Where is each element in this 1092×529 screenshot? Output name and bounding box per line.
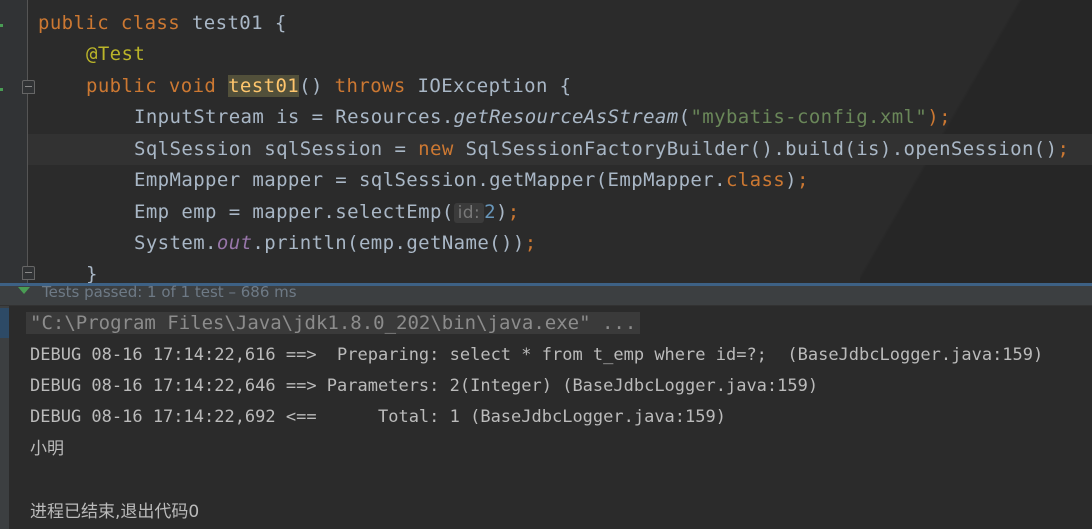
parameter-hint: id:: [453, 203, 485, 223]
code-text: ;: [507, 201, 520, 223]
console-command-line: "C:\Program Files\Java\jdk1.8.0_202\bin\…: [26, 308, 641, 338]
code-text: SqlSession sqlSession =: [134, 138, 419, 160]
code-text: (: [678, 106, 691, 128]
code-text: ;: [797, 169, 809, 191]
string-literal: "mybatis-config.xml": [690, 106, 928, 128]
code-text: .println(emp.getName()): [252, 232, 525, 254]
method-name: test01: [228, 75, 300, 97]
annotation: @Test: [86, 43, 146, 65]
code-text: InputStream is = Resources.: [134, 106, 454, 128]
code-line: public void test01() throws IOException …: [86, 71, 571, 102]
code-line: public class test01 {: [38, 8, 287, 39]
code-line: EmpMapper mapper = sqlSession.getMapper(…: [134, 165, 809, 196]
brace: {: [274, 12, 287, 34]
code-text: EmpMapper mapper = sqlSession.getMapper(…: [134, 169, 726, 191]
class-name: test01: [191, 12, 263, 34]
console-log-line: DEBUG 08-16 17:14:22,646 ==> Parameters:…: [30, 376, 819, 396]
console-output: 小明: [30, 439, 64, 459]
code-text: SqlSessionFactoryBuilder().build(is).ope…: [453, 138, 1058, 160]
keyword: public: [86, 75, 158, 97]
keyword: public: [38, 12, 110, 34]
editor-gutter: [0, 0, 28, 283]
console-log-line: DEBUG 08-16 17:14:22,616 ==> Preparing: …: [30, 345, 1044, 365]
keyword: class: [120, 12, 181, 34]
code-text: ;: [1057, 138, 1070, 160]
fold-icon[interactable]: [22, 80, 35, 94]
fold-icon[interactable]: [22, 266, 35, 280]
keyword: throws: [334, 75, 406, 97]
code-text: );: [927, 106, 951, 128]
code-editor[interactable]: public class test01 { @Test public void …: [0, 0, 1092, 285]
code-text: ): [785, 169, 797, 191]
java-command[interactable]: "C:\Program Files\Java\jdk1.8.0_202\bin\…: [26, 312, 641, 334]
code-line: SqlSession sqlSession = new SqlSessionFa…: [134, 134, 1069, 165]
code-text: Emp emp = mapper.selectEmp(: [134, 201, 454, 223]
code-text: ): [495, 201, 508, 223]
code-text: (): [299, 75, 335, 97]
brace: }: [86, 263, 98, 285]
code-line: System.out.println(emp.getName());: [134, 228, 537, 259]
run-console[interactable]: "C:\Program Files\Java\jdk1.8.0_202\bin\…: [0, 305, 1092, 529]
keyword: new: [418, 138, 454, 160]
test-status-text: Tests passed: 1 of 1 test – 686 ms: [42, 283, 297, 301]
run-marker-icon[interactable]: [0, 24, 3, 27]
console-log-line: DEBUG 08-16 17:14:22,692 <== Total: 1 (B…: [30, 407, 726, 427]
method-call: getResourceAsStream: [453, 106, 679, 128]
test-status-bar: Tests passed: 1 of 1 test – 686 ms: [0, 283, 1092, 305]
code-line: @Test: [86, 39, 145, 70]
keyword: void: [168, 75, 217, 97]
test-passed-icon: [18, 287, 30, 294]
run-marker-icon[interactable]: [0, 88, 3, 91]
code-line: InputStream is = Resources.getResourceAs…: [134, 102, 951, 133]
code-text: IOException {: [405, 75, 572, 97]
keyword: class: [725, 169, 786, 191]
console-toolbar: [0, 306, 9, 529]
console-tab[interactable]: [0, 308, 9, 338]
process-exit-message: 进程已结束,退出代码0: [30, 502, 200, 522]
static-field: out: [216, 232, 253, 254]
code-text: ;: [524, 232, 537, 254]
number-literal: 2: [484, 201, 496, 223]
code-text: System.: [134, 232, 217, 254]
code-line: Emp emp = mapper.selectEmp(id: 2);: [134, 197, 520, 228]
